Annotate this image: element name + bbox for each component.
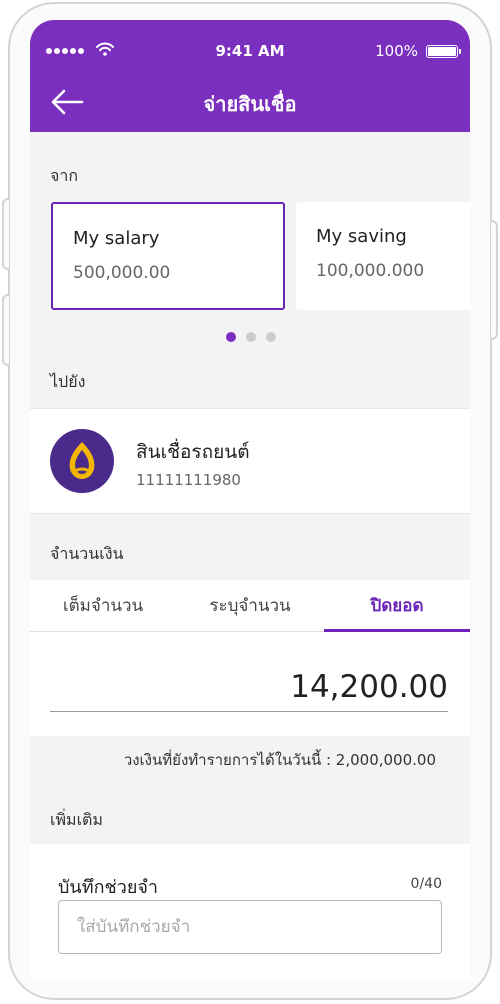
amount-input[interactable]: [50, 662, 448, 712]
amount-tabs: เต็มจำนวน ระบุจำนวน ปิดยอด: [30, 580, 470, 632]
amount-label: จำนวนเงิน: [50, 544, 124, 563]
pager-dot[interactable]: [226, 332, 236, 342]
bank-logo-icon: [50, 429, 114, 493]
app-screen: 9:41 AM 100% จ่ายสินเชื่อ จาก My salary …: [30, 20, 470, 980]
tab-close-balance[interactable]: ปิดยอด: [324, 580, 470, 632]
tab-specify-amount[interactable]: ระบุจำนวน: [176, 580, 324, 632]
account-card-salary[interactable]: My salary 500,000.00: [51, 202, 285, 310]
to-label: ไปยัง: [50, 372, 86, 391]
battery-icon: [426, 45, 461, 58]
volume-down-button: [2, 294, 9, 366]
tab-full-amount[interactable]: เต็มจำนวน: [30, 580, 176, 632]
from-label: จาก: [50, 166, 79, 185]
daily-limit-text: วงเงินที่ยังทำรายการได้ในวันนี้ : 2,000,…: [123, 751, 436, 769]
account-name: My salary: [73, 228, 160, 249]
destination-account-number: 11111111980: [136, 471, 241, 489]
volume-up-button: [2, 198, 9, 270]
memo-char-count: 0/40: [410, 876, 442, 892]
pager-dot[interactable]: [266, 332, 276, 342]
account-name: My saving: [316, 226, 407, 247]
status-bar: 9:41 AM 100%: [30, 20, 470, 64]
extra-label: เพิ่มเติม: [50, 810, 103, 829]
page-title: จ่ายสินเชื่อ: [203, 92, 297, 116]
memo-panel: บันทึกช่วยจำ 0/40: [30, 844, 470, 980]
battery-percentage: 100%: [375, 42, 418, 60]
amount-panel: [30, 632, 470, 736]
pager-dot[interactable]: [246, 332, 256, 342]
power-button: [491, 220, 498, 340]
app-header: 9:41 AM 100% จ่ายสินเชื่อ: [30, 20, 470, 132]
destination-account[interactable]: สินเชื่อรถยนต์ 11111111980: [30, 408, 470, 514]
destination-name: สินเชื่อรถยนต์: [136, 441, 250, 463]
account-balance: 500,000.00: [73, 263, 171, 283]
memo-label: บันทึกช่วยจำ: [58, 877, 159, 898]
carousel-pager: [30, 332, 470, 342]
account-balance: 100,000.000: [316, 261, 425, 281]
memo-input[interactable]: [58, 900, 442, 954]
account-card-saving[interactable]: My saving 100,000.000: [296, 202, 470, 310]
